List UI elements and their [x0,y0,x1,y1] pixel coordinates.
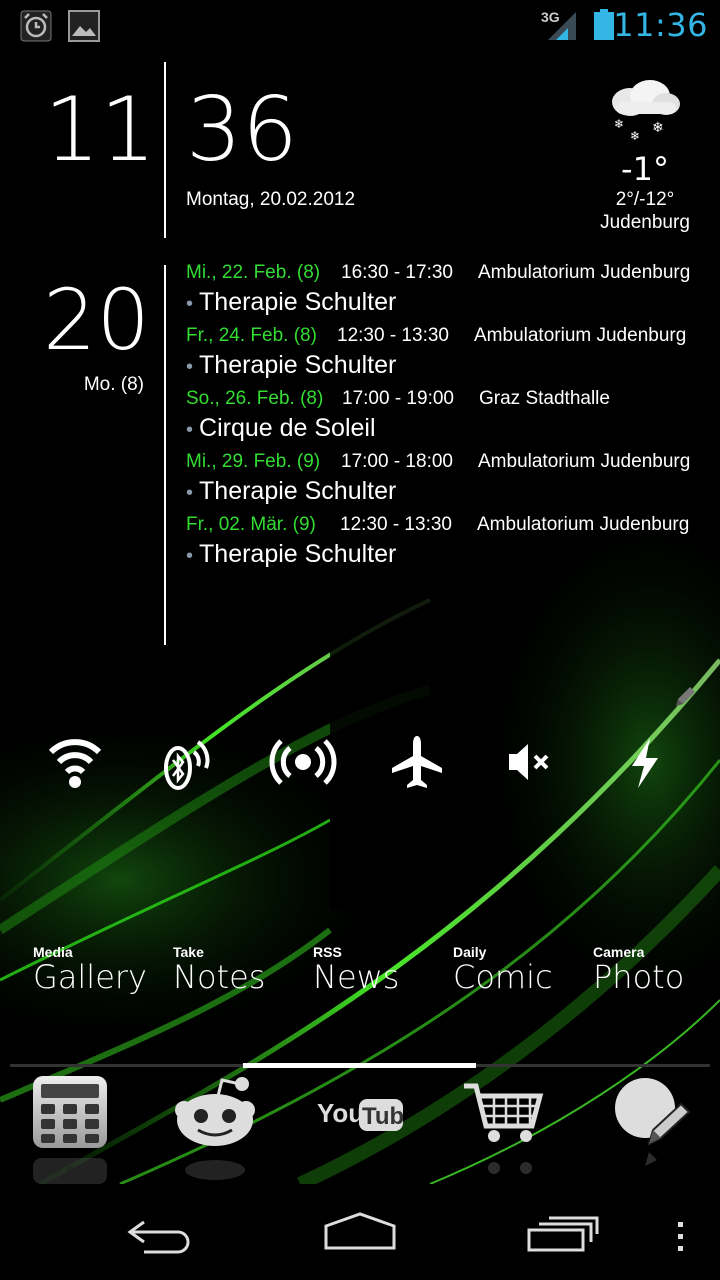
event-location: Ambulatorium Judenburg [478,262,691,283]
weather-city: Judenburg [600,212,690,233]
event-time: 17:00 - 19:00 [342,388,454,409]
calendar-weekday: Mo. (8) [83,374,144,395]
navigation-bar [0,1184,720,1280]
shortcut-big-label: Notes [173,958,266,996]
status-clock: 11:36 [613,6,708,44]
status-bar: 3G 11:36 [0,0,720,50]
shortcut-big-label: Comic [453,958,553,996]
shortcut-rss-news[interactable]: RSS News [313,944,399,994]
clock-divider [164,62,166,238]
clock-minute: 36 [186,78,298,181]
shortcut-take-notes[interactable]: Take Notes [173,944,265,994]
airplane-icon[interactable] [382,730,452,794]
event-time: 16:30 - 17:30 [341,262,453,283]
event-location: Ambulatorium Judenburg [474,325,687,346]
bullet-icon: • [186,419,194,441]
event-date: So., 26. Feb. (8) [186,388,324,409]
event-title: Therapie Schulter [199,477,397,505]
back-icon[interactable] [120,1202,200,1262]
calendar-day: 20 [43,271,150,369]
event-time: 12:30 - 13:30 [340,514,452,535]
bluetooth-icon[interactable] [152,730,222,794]
shortcut-big-label: News [313,958,400,996]
event-date: Mi., 22. Feb. (8) [186,262,321,283]
event-title: Therapie Schulter [199,351,397,379]
event-time: 12:30 - 13:30 [337,325,449,346]
weather-range: 2°/-12° [615,189,675,210]
bullet-icon: • [186,545,194,567]
event-location: Graz Stadthalle [479,388,610,409]
svg-text:❄: ❄ [630,129,640,143]
svg-text:❄: ❄ [652,120,664,136]
mute-icon[interactable] [495,730,565,794]
shortcut-big-label: Photo [593,958,685,996]
clock-date: Montag, 20.02.2012 [186,189,356,210]
shopping-cart-icon[interactable] [460,1074,550,1184]
clock-hour: 11 [44,78,156,181]
event-title: Therapie Schulter [199,540,397,568]
youtube-icon[interactable]: You Tube [315,1074,405,1184]
menu-icon[interactable] [670,1202,690,1262]
bullet-icon: • [186,482,194,504]
shortcut-big-label: Gallery [33,958,147,996]
snow-cloud-icon: ❄ ❄ ❄ [612,80,680,143]
calculator-icon[interactable] [25,1074,115,1184]
edit-pencil-icon[interactable] [672,684,698,710]
youtube-logo-you: You [317,1098,364,1128]
event-title-row: • Therapie Schulter [186,540,396,569]
event-date: Mi., 29. Feb. (9) [186,451,321,472]
event-title-row: • Therapie Schulter [186,351,396,380]
wifi-icon[interactable] [40,730,110,794]
flash-icon[interactable] [610,730,680,794]
event-time: 17:00 - 18:00 [341,451,453,472]
event-location: Ambulatorium Judenburg [478,451,691,472]
event-date: Fr., 02. Mär. (9) [186,514,316,535]
hotspot-icon[interactable] [268,730,338,794]
svg-text:❄: ❄ [614,117,624,131]
event-title-row: • Therapie Schulter [186,477,396,506]
youtube-logo-tube: Tube [362,1103,405,1130]
battery-icon [594,9,614,40]
dock-page-indicator [243,1063,476,1068]
event-title-row: • Therapie Schulter [186,288,396,317]
event-title: Therapie Schulter [199,288,397,316]
paint-icon[interactable] [605,1074,695,1184]
event-title: Cirque de Soleil [199,414,376,442]
event-location: Ambulatorium Judenburg [477,514,690,535]
event-title-row: • Cirque de Soleil [186,414,376,443]
weather-temperature: -1° [621,150,669,188]
home-icon[interactable] [320,1202,400,1262]
signal-icon [548,12,576,40]
calendar-divider [164,265,166,645]
reddit-icon[interactable] [170,1074,260,1184]
shortcut-daily-comic[interactable]: Daily Comic [453,944,553,994]
shortcut-media-gallery[interactable]: Media Gallery [33,944,147,994]
bullet-icon: • [186,356,194,378]
recents-icon[interactable] [525,1202,605,1262]
alarm-icon [20,10,52,42]
shortcut-camera-photo[interactable]: Camera Photo [593,944,684,994]
image-icon [68,10,100,42]
bullet-icon: • [186,293,194,315]
event-date: Fr., 24. Feb. (8) [186,325,317,346]
